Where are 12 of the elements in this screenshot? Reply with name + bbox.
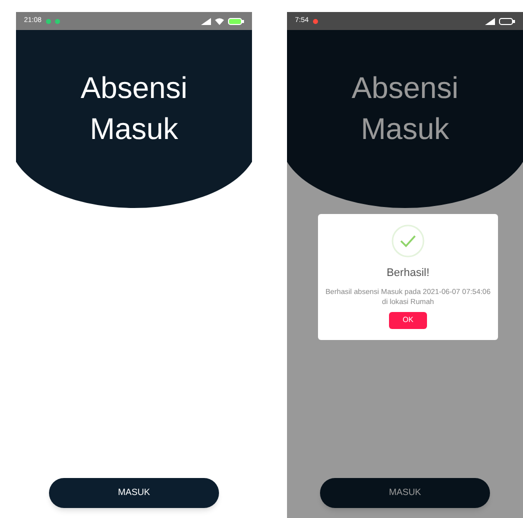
signal-icon [485,18,495,24]
header-title: Absensi [352,71,458,107]
signal-icon [201,18,211,24]
dialog-title: Berhasil! [386,266,430,281]
header-title: Masuk [90,112,178,148]
header-title: Masuk [360,112,450,148]
battery-icon [499,18,515,24]
header-title: Absensi [80,71,188,107]
battery-icon [228,18,244,24]
check-icon [391,224,425,258]
masuk-button[interactable]: MASUK [320,478,490,508]
masuk-button[interactable]: MASUK [49,478,219,508]
